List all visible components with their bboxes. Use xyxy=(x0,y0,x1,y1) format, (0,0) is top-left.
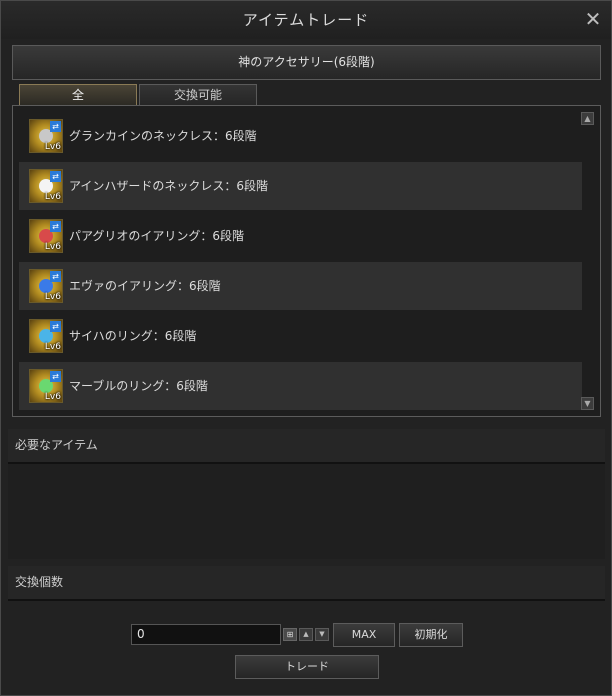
item-name: エヴァのイアリング：6段階 xyxy=(69,279,221,293)
list-item[interactable]: ⇄ Lv6 アインハザードのネックレス：6段階 xyxy=(19,162,582,210)
list-item[interactable]: ⇄ Lv6 パアグリオのイアリング：6段階 xyxy=(19,212,582,260)
item-name: パアグリオのイアリング：6段階 xyxy=(69,229,245,243)
quantity-header: 交換個数 xyxy=(8,566,605,601)
decrement-button[interactable]: ▼ xyxy=(315,628,329,641)
required-items-area xyxy=(8,464,605,559)
category-selector-button[interactable]: 神のアクセサリー(6段階) xyxy=(12,45,601,80)
item-name: マーブルのリング：6段階 xyxy=(69,379,208,393)
item-trade-window: アイテムトレード ✕ 神のアクセサリー(6段階) 全 交換可能 ⇄ Lv6 グラ… xyxy=(0,0,612,696)
item-list: ⇄ Lv6 グランカインのネックレス：6段階 ⇄ Lv6 アインハザードのネック… xyxy=(12,105,601,417)
refresh-icon: ⇄ xyxy=(50,171,61,182)
increment-button[interactable]: ▲ xyxy=(299,628,313,641)
required-items-header: 必要なアイテム xyxy=(8,429,605,464)
item-level-badge: Lv6 xyxy=(44,142,61,152)
window-title: アイテムトレード xyxy=(242,11,370,29)
item-name: サイハのリング：6段階 xyxy=(69,329,197,343)
item-level-badge: Lv6 xyxy=(44,242,61,252)
tab-tradeable[interactable]: 交換可能 xyxy=(139,84,257,105)
trade-button[interactable]: トレード xyxy=(235,655,379,679)
quantity-input[interactable]: 0 xyxy=(131,624,281,645)
window-titlebar: アイテムトレード xyxy=(1,1,611,39)
item-level-badge: Lv6 xyxy=(44,342,61,352)
refresh-icon: ⇄ xyxy=(50,121,61,132)
reset-button[interactable]: 初期化 xyxy=(399,623,463,647)
item-name: グランカインのネックレス：6段階 xyxy=(69,129,257,143)
item-level-badge: Lv6 xyxy=(44,292,61,302)
item-name: アインハザードのネックレス：6段階 xyxy=(69,179,269,193)
necklace-icon: ⇄ Lv6 xyxy=(29,169,63,203)
scroll-down-button[interactable]: ▼ xyxy=(581,397,594,410)
refresh-icon: ⇄ xyxy=(50,321,61,332)
scroll-up-button[interactable]: ▲ xyxy=(581,112,594,125)
ring-icon: ⇄ Lv6 xyxy=(29,369,63,403)
item-level-badge: Lv6 xyxy=(44,392,61,402)
list-item[interactable]: ⇄ Lv6 グランカインのネックレス：6段階 xyxy=(19,112,582,160)
list-item[interactable]: ⇄ Lv6 サイハのリング：6段階 xyxy=(19,312,582,360)
list-item[interactable]: ⇄ Lv6 エヴァのイアリング：6段階 xyxy=(19,262,582,310)
earring-icon: ⇄ Lv6 xyxy=(29,219,63,253)
tab-all[interactable]: 全 xyxy=(19,84,137,105)
ring-icon: ⇄ Lv6 xyxy=(29,319,63,353)
list-item[interactable]: ⇄ Lv6 マーブルのリング：6段階 xyxy=(19,362,582,410)
refresh-icon: ⇄ xyxy=(50,371,61,382)
necklace-icon: ⇄ Lv6 xyxy=(29,119,63,153)
refresh-icon: ⇄ xyxy=(50,271,61,282)
max-button[interactable]: MAX xyxy=(333,623,395,647)
item-level-badge: Lv6 xyxy=(44,192,61,202)
calculator-icon[interactable]: ⊞ xyxy=(283,628,297,641)
close-icon[interactable]: ✕ xyxy=(583,9,603,29)
earring-icon: ⇄ Lv6 xyxy=(29,269,63,303)
refresh-icon: ⇄ xyxy=(50,221,61,232)
